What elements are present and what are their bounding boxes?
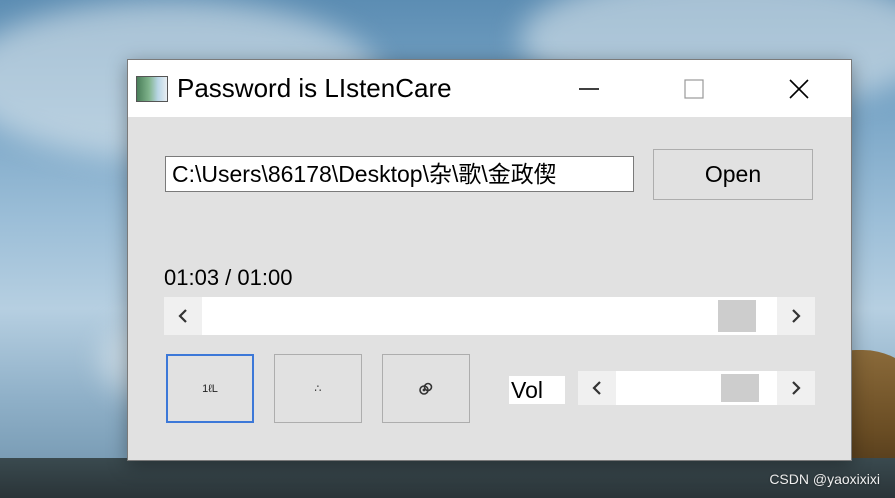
volume-label: Vol bbox=[509, 376, 565, 404]
volume-right-arrow-button[interactable] bbox=[777, 371, 815, 405]
app-window: Password is LIstenCare C:\Users\86178\De… bbox=[127, 59, 852, 461]
seek-left-arrow-button[interactable] bbox=[164, 297, 202, 335]
chevron-right-icon bbox=[792, 309, 801, 323]
open-button[interactable]: Open bbox=[653, 149, 813, 200]
close-icon bbox=[788, 78, 809, 99]
window-title: Password is LIstenCare bbox=[177, 73, 452, 103]
play-mode-icon: 1ℓL bbox=[202, 382, 218, 395]
seek-scrollbar[interactable] bbox=[164, 297, 815, 335]
maximize-icon bbox=[683, 78, 704, 99]
shuffle-button[interactable]: ∴ bbox=[274, 354, 362, 423]
volume-scrollbar[interactable] bbox=[578, 371, 815, 405]
loop-button[interactable] bbox=[382, 354, 470, 423]
shuffle-dots-icon: ∴ bbox=[314, 383, 322, 395]
play-mode-button[interactable]: 1ℓL bbox=[166, 354, 254, 423]
loop-link-icon bbox=[419, 382, 433, 395]
maximize-button[interactable] bbox=[641, 60, 746, 117]
volume-left-arrow-button[interactable] bbox=[578, 371, 616, 405]
minimize-button[interactable] bbox=[536, 60, 641, 117]
seek-thumb[interactable] bbox=[717, 300, 756, 332]
desktop-background: CSDN @yaoxixixi Password is LIstenCare C… bbox=[0, 0, 895, 498]
chevron-left-icon bbox=[178, 309, 187, 323]
landscape-ground bbox=[0, 458, 895, 498]
watermark-text: CSDN @yaoxixixi bbox=[769, 471, 880, 487]
close-button[interactable] bbox=[746, 60, 851, 117]
minimize-icon bbox=[578, 87, 599, 90]
chevron-left-icon bbox=[592, 381, 601, 395]
app-icon bbox=[136, 76, 168, 102]
time-display: 01:03 / 01:00 bbox=[164, 265, 293, 290]
file-path-input[interactable]: C:\Users\86178\Desktop\杂\歌\金政偰 bbox=[165, 156, 634, 192]
seek-right-arrow-button[interactable] bbox=[777, 297, 815, 335]
chevron-right-icon bbox=[792, 381, 801, 395]
title-bar[interactable]: Password is LIstenCare bbox=[128, 60, 851, 117]
volume-thumb[interactable] bbox=[720, 374, 759, 402]
